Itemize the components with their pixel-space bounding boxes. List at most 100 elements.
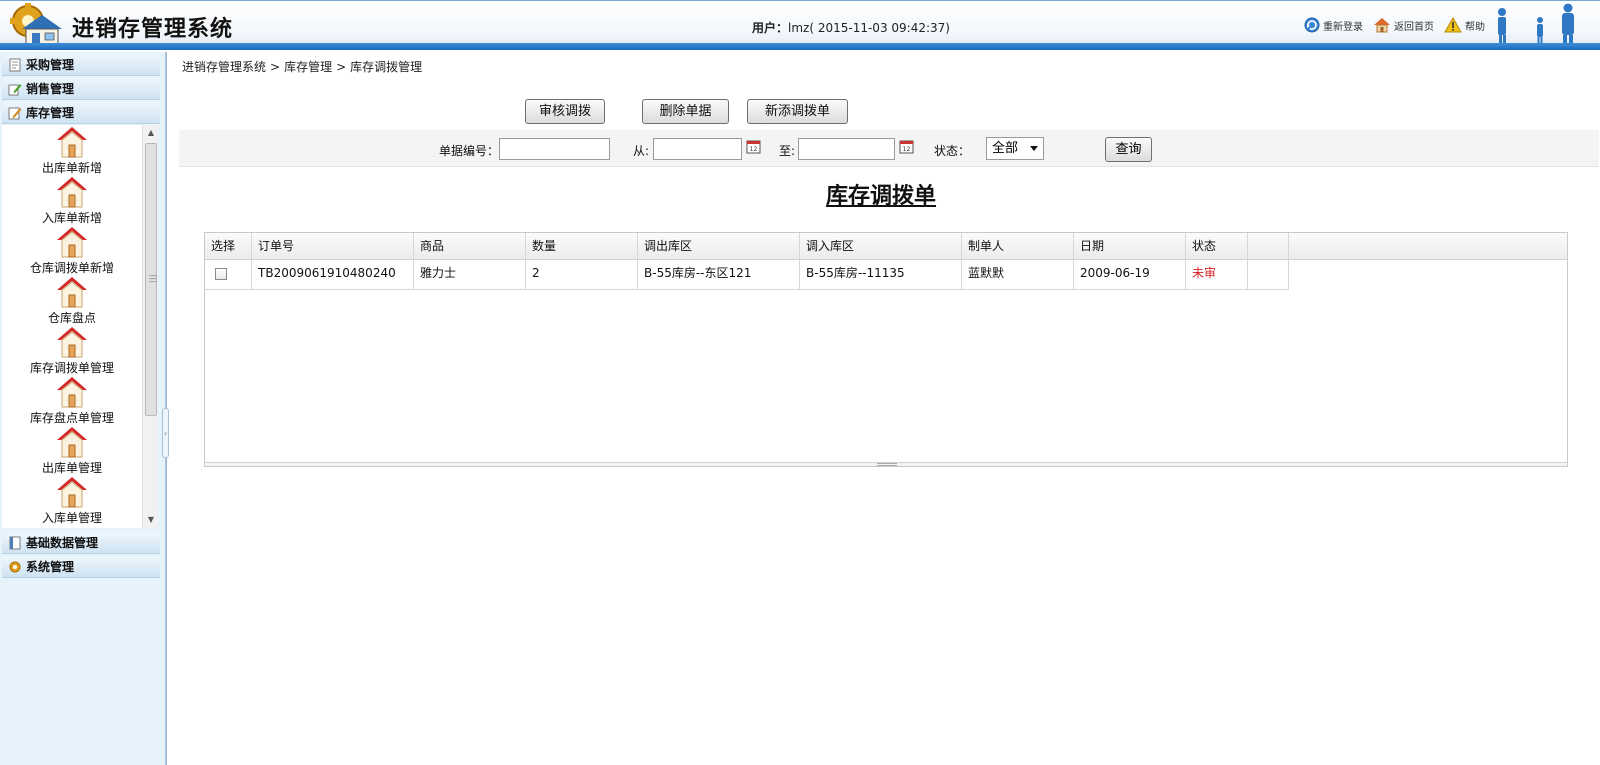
- breadcrumb-item: 库存调拨管理: [350, 60, 423, 74]
- submenu-label: 库存调拨单管理: [29, 361, 114, 375]
- user-label: 用户：: [752, 21, 789, 35]
- submenu-transfer-add[interactable]: 仓库调拨单新增: [2, 225, 142, 275]
- submenu-outbound-add[interactable]: 出库单新增: [2, 125, 142, 175]
- user-info: 用户：lmz( 2015-11-03 09:42:37): [752, 19, 950, 36]
- status-select[interactable]: 全部: [986, 137, 1044, 160]
- sidebar-menu-system[interactable]: 系统管理: [2, 556, 160, 578]
- scroll-thumb[interactable]: — — —: [145, 143, 157, 416]
- submenu-stocktake[interactable]: 仓库盘点: [2, 275, 142, 325]
- submenu-label: 入库单管理: [41, 511, 102, 525]
- scroll-up-arrow-icon[interactable]: ▲: [143, 125, 158, 141]
- page-title: 库存调拨单: [826, 184, 937, 209]
- house-icon: [57, 477, 87, 508]
- sidebar: 采购管理 销售管理 库存管理 出库单新增 入库单新增 仓库调拨单新增 仓库盘点 …: [0, 52, 166, 765]
- submenu-label: 库存盘点单管理: [29, 411, 114, 425]
- breadcrumb-item[interactable]: 库存管理: [284, 60, 332, 74]
- sidebar-menu-inventory[interactable]: 库存管理: [2, 102, 160, 124]
- resize-grip-icon[interactable]: [877, 463, 897, 466]
- sidebar-menu-label: 基础数据管理: [26, 536, 99, 550]
- house-icon: [57, 377, 87, 408]
- table-footer: [205, 462, 1567, 466]
- to-date-input[interactable]: [798, 138, 895, 160]
- sidebar-menu-label: 销售管理: [26, 82, 75, 96]
- status-cell: 未审: [1186, 260, 1248, 290]
- blank-cell: [1248, 260, 1289, 290]
- add-transfer-button[interactable]: 新添调拨单: [747, 99, 848, 124]
- document-icon: [9, 58, 21, 71]
- house-icon: [57, 427, 87, 458]
- header-accent-bar: [0, 43, 1600, 50]
- column-header-date[interactable]: 日期: [1074, 233, 1186, 260]
- from-date-label: 从:: [633, 144, 650, 158]
- row-select-cell: [205, 260, 252, 290]
- table-row[interactable]: TB2009061910480240 雅力士 2 B-55库房--东区121 B…: [205, 260, 1289, 290]
- from-area-cell: B-55库房--东区121: [638, 260, 800, 290]
- help-link[interactable]: 帮助: [1444, 17, 1485, 33]
- gear-icon: [9, 561, 21, 572]
- submenu-inbound-add[interactable]: 入库单新增: [2, 175, 142, 225]
- user-value: lmz( 2015-11-03 09:42:37): [788, 21, 950, 35]
- to-area-cell: B-55库房--11135: [800, 260, 962, 290]
- house-icon: [57, 227, 87, 258]
- submenu-label: 仓库调拨单新增: [29, 261, 114, 275]
- scroll-grip-icon: — — —: [149, 271, 157, 286]
- to-date-label: 至:: [779, 144, 796, 158]
- house-icon: [57, 177, 87, 208]
- calendar-icon[interactable]: 12: [746, 139, 761, 154]
- sidebar-collapse-handle[interactable]: ‹: [162, 408, 169, 458]
- column-header-qty[interactable]: 数量: [526, 233, 638, 260]
- doc-no-label: 单据编号：: [439, 144, 500, 158]
- submenu-inbound-manage[interactable]: 入库单管理: [2, 475, 142, 525]
- from-date-input[interactable]: [653, 138, 742, 160]
- order-no-cell: TB2009061910480240: [252, 260, 414, 290]
- column-header-blank: [1248, 233, 1289, 260]
- row-checkbox[interactable]: [215, 268, 227, 280]
- sidebar-menu-basic-data[interactable]: 基础数据管理: [2, 532, 160, 554]
- column-header-status[interactable]: 状态: [1186, 233, 1248, 260]
- submenu-label: 仓库盘点: [47, 311, 96, 325]
- submenu-outbound-manage[interactable]: 出库单管理: [2, 425, 142, 475]
- query-button[interactable]: 查询: [1105, 137, 1152, 162]
- chevron-down-icon: [1030, 146, 1038, 151]
- help-label: 帮助: [1465, 21, 1485, 33]
- column-header-from-area[interactable]: 调出库区: [638, 233, 800, 260]
- product-cell: 雅力士: [414, 260, 526, 290]
- status-select-value: 全部: [992, 141, 1019, 156]
- submenu-label: 出库单管理: [41, 461, 102, 475]
- breadcrumb-item[interactable]: 进销存管理系统: [182, 60, 266, 74]
- breadcrumb-separator: >: [336, 60, 347, 74]
- sidebar-menu-sales[interactable]: 销售管理: [2, 78, 160, 100]
- sidebar-menu-purchase[interactable]: 采购管理: [2, 54, 160, 76]
- business-people-icon: [1498, 3, 1574, 45]
- relogin-label: 重新登录: [1323, 21, 1363, 33]
- submenu-scrollbar[interactable]: ▲ — — — ▼: [142, 125, 158, 528]
- house-icon: [57, 327, 87, 358]
- doc-no-input[interactable]: [499, 138, 610, 160]
- calendar-icon[interactable]: 12: [899, 139, 914, 154]
- pencil-icon: [8, 107, 22, 119]
- scroll-down-arrow-icon[interactable]: ▼: [143, 512, 158, 528]
- submenu-label: 入库单新增: [41, 211, 102, 225]
- home-link[interactable]: 返回首页: [1373, 17, 1434, 33]
- inventory-submenu: 出库单新增 入库单新增 仓库调拨单新增 仓库盘点 库存调拨单管理 库存盘点单管理…: [2, 125, 158, 528]
- delete-document-button[interactable]: 删除单据: [642, 99, 729, 124]
- book-icon: [9, 536, 21, 549]
- audit-transfer-button[interactable]: 审核调拨: [525, 99, 605, 124]
- home-icon: [1374, 18, 1390, 33]
- submenu-stocktake-manage[interactable]: 库存盘点单管理: [2, 375, 142, 425]
- sidebar-menu-label: 采购管理: [26, 58, 75, 72]
- edit-icon: [8, 83, 22, 95]
- qty-cell: 2: [526, 260, 638, 290]
- column-header-order-no[interactable]: 订单号: [252, 233, 414, 260]
- warning-icon: [1444, 17, 1462, 33]
- sidebar-menu-label: 系统管理: [26, 560, 75, 574]
- app-title: 进销存管理系统: [72, 17, 234, 42]
- submenu-transfer-manage[interactable]: 库存调拨单管理: [2, 325, 142, 375]
- column-header-product[interactable]: 商品: [414, 233, 526, 260]
- column-header-creator[interactable]: 制单人: [962, 233, 1074, 260]
- column-header-to-area[interactable]: 调入库区: [800, 233, 962, 260]
- column-header-select[interactable]: 选择: [205, 233, 252, 260]
- table-header: 选择 订单号 商品 数量 调出库区 调入库区 制单人 日期 状态: [205, 233, 1567, 260]
- status-label: 状态：: [934, 144, 971, 158]
- relogin-link[interactable]: 重新登录: [1304, 17, 1363, 33]
